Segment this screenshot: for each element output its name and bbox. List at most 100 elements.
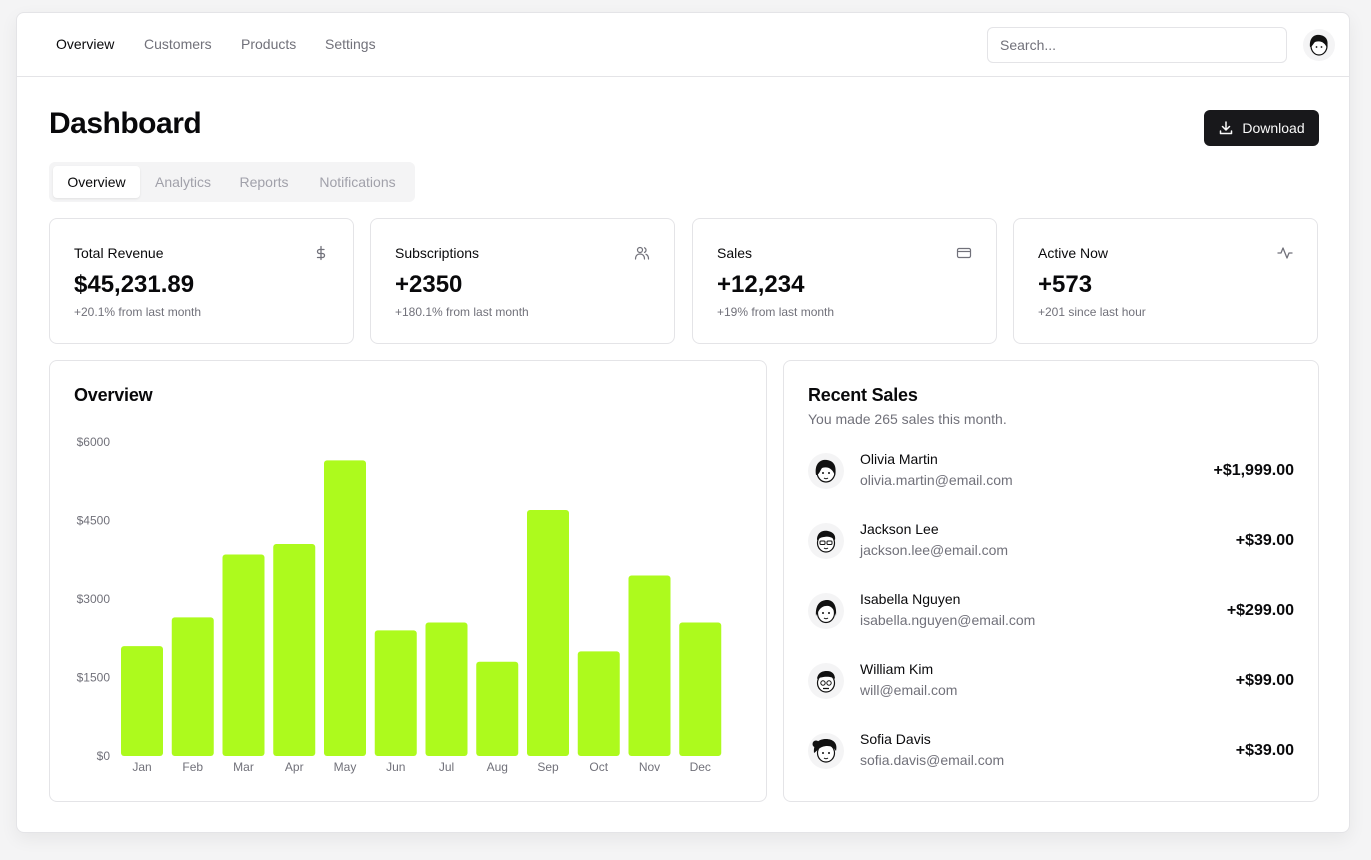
bar: [527, 510, 569, 756]
sale-item[interactable]: Isabella Nguyen isabella.nguyen@email.co…: [808, 591, 1294, 631]
top-navigation: Overview Customers Products Settings: [17, 13, 1349, 77]
x-tick-label: Jul: [439, 760, 454, 774]
stat-label: Subscriptions: [395, 245, 480, 261]
customer-email: sofia.davis@email.com: [860, 752, 1005, 768]
avatar-icon: [816, 530, 836, 553]
x-tick-label: Jan: [132, 760, 151, 774]
download-label: Download: [1242, 120, 1305, 136]
nav-link-overview[interactable]: Overview: [56, 36, 114, 52]
user-avatar[interactable]: [1303, 29, 1335, 61]
tab-notifications[interactable]: Notifications: [304, 166, 411, 198]
x-tick-label: Dec: [690, 760, 711, 774]
customer-email: jackson.lee@email.com: [860, 542, 1009, 558]
stat-change: +180.1% from last month: [395, 305, 529, 319]
avatar: [808, 453, 844, 489]
avatar-icon: [816, 671, 836, 693]
avatar-icon: [815, 600, 837, 624]
y-tick-label: $1500: [77, 671, 111, 685]
recent-sales-title: Recent Sales: [808, 385, 918, 405]
bar: [171, 617, 214, 756]
app-window: Overview Customers Products Settings Das…: [16, 12, 1350, 833]
x-tick-label: Feb: [182, 760, 203, 774]
sale-amount: +$39.00: [1235, 532, 1294, 549]
sale-item[interactable]: Jackson Lee jackson.lee@email.com +$39.0…: [808, 521, 1294, 561]
sale-amount: +$1,999.00: [1213, 462, 1294, 479]
customer-email: olivia.martin@email.com: [860, 472, 1013, 488]
x-tick-label: May: [334, 760, 357, 774]
stat-value: +2350: [395, 271, 463, 298]
sale-amount: +$99.00: [1235, 672, 1294, 689]
stat-card-sales: Sales +12,234 +19% from last month: [692, 218, 997, 344]
bar: [425, 622, 468, 756]
nav-link-customers[interactable]: Customers: [144, 36, 212, 52]
x-tick-label: Nov: [639, 760, 660, 774]
sale-item[interactable]: Olivia Martin olivia.martin@email.com +$…: [808, 451, 1294, 491]
avatar-icon: [815, 459, 836, 483]
x-tick-label: Sep: [537, 760, 559, 774]
stat-value: +573: [1038, 271, 1093, 298]
nav-link-products[interactable]: Products: [241, 36, 296, 52]
sale-amount: +$39.00: [1235, 742, 1294, 759]
recent-sales-card: Recent Sales You made 265 sales this mon…: [783, 360, 1319, 802]
x-tick-label: Oct: [589, 760, 608, 774]
page-title: Dashboard: [49, 107, 202, 140]
stat-value: +12,234: [717, 271, 805, 298]
bar: [222, 554, 265, 756]
tab-overview[interactable]: Overview: [53, 166, 140, 198]
y-tick-label: $0: [97, 749, 111, 763]
recent-sales-subtitle: You made 265 sales this month.: [808, 411, 1007, 427]
stat-card-total-revenue: Total Revenue $45,231.89 +20.1% from las…: [49, 218, 354, 344]
avatar: [808, 593, 844, 629]
search-input[interactable]: [987, 27, 1287, 63]
tab-reports[interactable]: Reports: [227, 166, 301, 198]
avatar: [808, 523, 844, 559]
customer-name: Sofia Davis: [860, 731, 931, 747]
dollar-icon: [316, 245, 326, 261]
sale-item[interactable]: Sofia Davis sofia.davis@email.com +$39.0…: [808, 731, 1294, 771]
customer-email: isabella.nguyen@email.com: [860, 612, 1036, 628]
bar: [374, 630, 417, 756]
x-tick-label: Apr: [285, 760, 304, 774]
bar: [628, 575, 671, 756]
credit-card-icon: [956, 247, 972, 259]
bar: [121, 646, 163, 756]
users-icon: [634, 246, 650, 260]
y-tick-label: $6000: [77, 435, 111, 449]
stat-label: Active Now: [1038, 245, 1109, 261]
sale-amount: +$299.00: [1226, 602, 1294, 619]
bar: [476, 661, 519, 756]
activity-icon: [1277, 247, 1293, 259]
customer-name: Isabella Nguyen: [860, 591, 961, 607]
avatar-icon: [812, 739, 837, 763]
customer-name: Olivia Martin: [860, 451, 938, 467]
stat-label: Total Revenue: [74, 245, 164, 261]
bar: [324, 460, 366, 756]
stat-change: +201 since last hour: [1038, 305, 1146, 319]
bar: [577, 651, 620, 756]
stat-value: $45,231.89: [74, 271, 195, 298]
sale-item[interactable]: William Kim will@email.com +$99.00: [808, 661, 1294, 701]
avatar: [808, 733, 844, 769]
user-avatar-icon: [1309, 34, 1328, 56]
bar: [679, 622, 722, 756]
customer-email: will@email.com: [860, 682, 958, 698]
overview-bar-chart: $0 $1500 $3000 $4500 $6000 Jan Feb Mar Apr May Jun…: [77, 435, 722, 774]
download-button[interactable]: Download: [1204, 110, 1319, 146]
x-tick-label: Mar: [233, 760, 254, 774]
tab-list: Overview Analytics Reports Notifications: [49, 162, 415, 202]
avatar: [808, 663, 844, 699]
tab-analytics[interactable]: Analytics: [142, 166, 224, 198]
overview-card: Overview $0 $1500 $3000 $4500 $6000 Jan Feb Mar…: [49, 360, 767, 802]
stat-card-subscriptions: Subscriptions +2350 +180.1% from last mo…: [370, 218, 675, 344]
x-tick-label: Jun: [386, 760, 405, 774]
y-tick-label: $4500: [77, 514, 111, 528]
y-tick-label: $3000: [77, 592, 111, 606]
stat-change: +20.1% from last month: [74, 305, 202, 319]
customer-name: William Kim: [860, 661, 934, 677]
stat-change: +19% from last month: [717, 305, 835, 319]
stat-label: Sales: [717, 245, 753, 261]
x-tick-label: Aug: [487, 760, 508, 774]
nav-link-settings[interactable]: Settings: [325, 36, 376, 52]
stat-card-active-now: Active Now +573 +201 since last hour: [1013, 218, 1318, 344]
download-icon: [1220, 121, 1233, 135]
